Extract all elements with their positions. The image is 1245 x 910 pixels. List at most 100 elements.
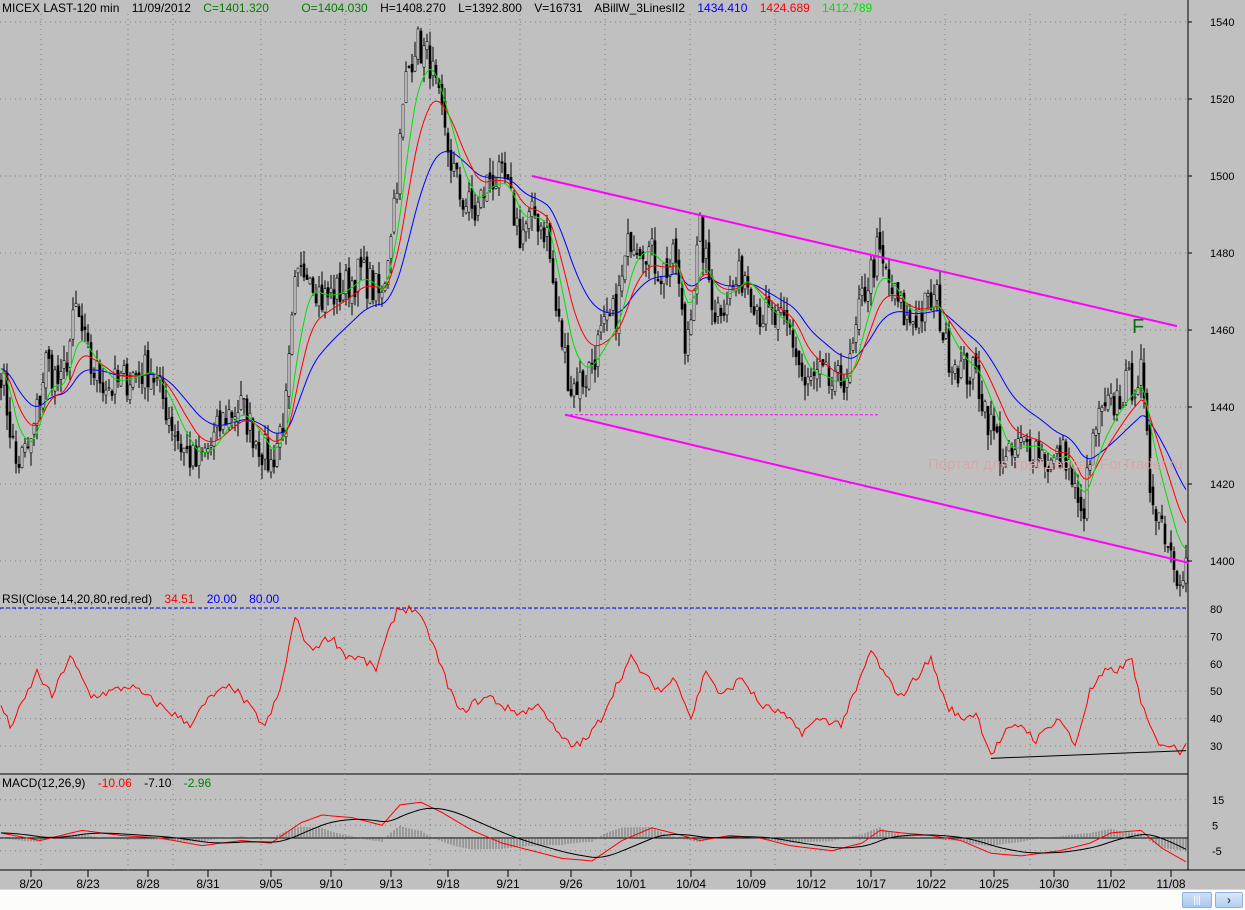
candle-bullish [425,41,429,50]
rsi-tick-label: 60 [1210,659,1222,671]
candle-bullish [239,395,243,410]
candle-bullish [467,191,471,213]
candle-bearish [722,312,726,316]
candle-bullish [578,371,582,400]
candle-bullish [869,259,873,294]
candle-bearish [1163,523,1167,545]
candle-bullish [596,334,600,368]
candle-bullish [23,443,27,453]
candle-bullish [725,303,729,316]
high-label: H=1408.270 [380,1,446,15]
candle-bullish [269,459,273,473]
blue-line-value: 1434.410 [697,1,748,15]
candle-bearish [968,380,972,385]
candle-bullish [866,290,870,302]
date-tick-label: 11/08 [1156,877,1185,889]
candle-bearish [305,274,309,280]
candle-bullish [761,322,765,328]
candle-bearish [920,312,924,322]
candle-bullish [1022,436,1026,442]
candle-bearish [980,393,984,412]
candle-bullish [389,236,393,259]
candle-bearish [1103,402,1107,407]
candle-bearish [872,259,876,278]
candle-bearish [134,373,138,375]
candle-bullish [1157,512,1161,523]
candle-bullish [242,398,246,400]
candle-bullish [128,384,132,401]
candle-bullish [1073,483,1077,488]
candle-bearish [878,232,882,250]
candle-bearish [701,216,705,263]
candle-bullish [431,60,435,77]
candle-bullish [917,309,921,329]
candle-bullish [1178,584,1182,586]
candle-bullish [287,353,291,397]
candle-bullish [191,444,195,467]
candle-bullish [416,28,420,60]
candle-bullish [221,412,225,430]
candle-bearish [719,307,723,317]
candle-bearish [38,395,42,405]
candle-bearish [407,66,411,68]
candle-bullish [68,340,72,368]
scrollbar-thumb[interactable]: ||| [1182,892,1212,908]
candle-bullish [20,447,24,468]
candle-bearish [1010,448,1014,456]
scroll-right-button[interactable]: › [1215,892,1243,908]
candle-bearish [992,415,996,431]
price-tick-label: 1400 [1210,556,1234,568]
candle-bearish [176,431,180,442]
candle-bullish [527,211,531,229]
date-tick-label: 9/05 [259,877,283,889]
candle-bullish [479,189,483,208]
candle-bearish [629,232,633,252]
candle-bullish [167,418,171,426]
candle-bearish [320,284,324,310]
candle-bearish [326,287,330,298]
candle-bullish [521,229,525,245]
candle-bearish [473,205,477,221]
candle-bearish [1076,487,1080,503]
candle-bullish [836,365,840,373]
candle-bullish [1115,390,1119,415]
candle-bearish [152,377,156,383]
candle-bullish [59,371,63,380]
candle-bearish [638,249,642,257]
candle-bearish [0,379,3,389]
candle-bullish [422,45,426,68]
rsi-header: RSI(Close,14,20,80,red,red) 34.51 20.00 … [2,592,288,606]
candle-bearish [653,240,657,274]
macd-signal-line [0,807,1187,858]
candle-bullish [737,260,741,287]
candle-bearish [797,350,801,366]
horizontal-scrollbar[interactable]: ||| › [0,889,1245,910]
candle-bearish [791,330,795,348]
candle-bullish [122,365,126,374]
candle-bullish [926,293,930,297]
candle-bearish [608,314,612,316]
price-tick-label: 1460 [1210,325,1234,337]
date-tick-label: 10/09 [736,877,766,889]
candle-bearish [164,397,168,421]
candle-bearish [377,274,381,294]
candle-bearish [1169,542,1173,551]
candle-bullish [356,258,360,293]
candle-bullish [620,275,624,292]
candle-bearish [26,446,30,449]
rsi-high: 80.00 [249,592,280,606]
candle-bullish [584,386,588,388]
candle-bullish [671,243,675,264]
date-tick-label: 10/17 [856,877,886,889]
candle-bearish [890,287,894,294]
candle-bullish [1181,580,1185,587]
candle-bearish [428,45,432,79]
candle-bullish [755,306,759,311]
macd-line [0,801,1187,863]
candle-bearish [581,370,585,387]
chart-canvas: 1400 1420 1440 1460 1480 1500 1520 1540 30 40 50 60… [0,0,1245,889]
candle-bearish [8,411,12,438]
candle-bearish [1118,396,1122,410]
candle-bearish [842,380,846,393]
candle-bullish [107,387,111,390]
